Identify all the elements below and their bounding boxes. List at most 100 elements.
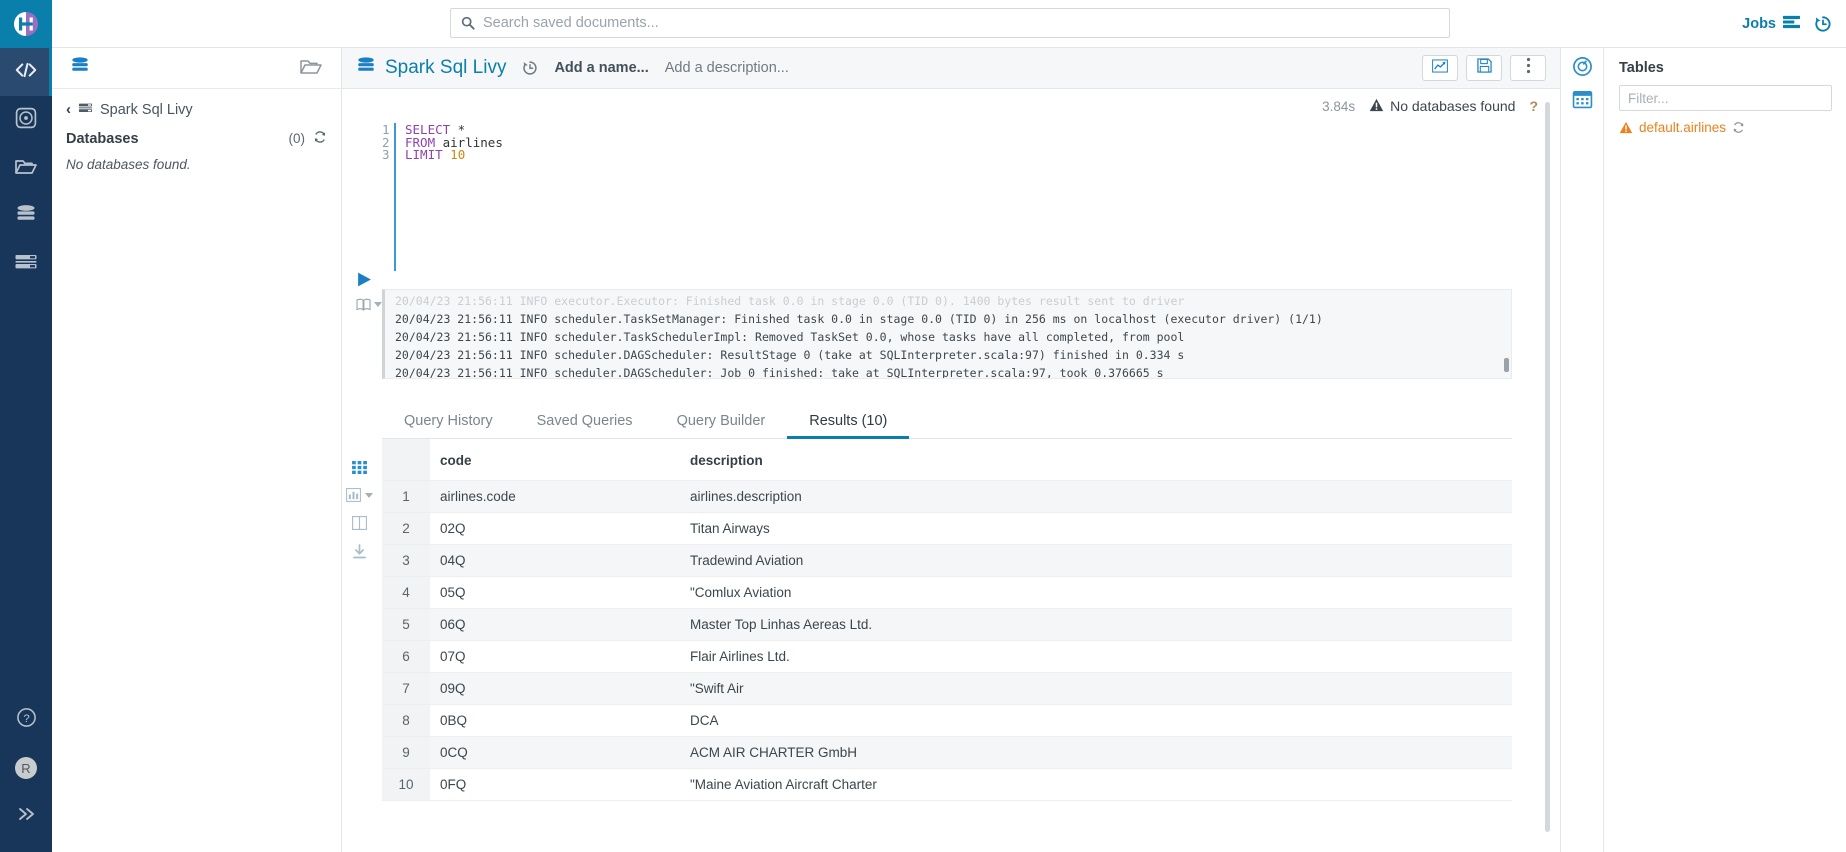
sidebar-item-dashboard[interactable] <box>0 96 52 144</box>
tab-query-history[interactable]: Query History <box>382 405 515 439</box>
floppy-save-icon <box>1476 58 1492 78</box>
result-tool-row <box>345 488 373 502</box>
target-icon <box>15 107 37 134</box>
save-button[interactable] <box>1466 55 1502 81</box>
sidebar-item-user[interactable]: R <box>0 744 52 792</box>
execution-time: 3.84s <box>1322 98 1356 114</box>
table-row[interactable]: 8 0BQ DCA <box>382 704 1512 737</box>
log-output-panel[interactable]: 20/04/23 21:56:11 INFO executor.Executor… <box>382 289 1512 379</box>
columns-icon[interactable] <box>351 516 367 530</box>
table-row[interactable]: 2 02Q Titan Airways <box>382 512 1512 545</box>
tab-results-10[interactable]: Results (10) <box>787 405 910 439</box>
result-tabs: Query History Saved Queries Query Builder R… <box>382 405 1512 439</box>
chevron-double-right-icon <box>15 806 37 827</box>
column-header-description[interactable]: description <box>680 439 1512 481</box>
sidebar-item-databases[interactable] <box>0 192 52 240</box>
table-row[interactable]: 9 0CQ ACM AIR CHARTER GmbH <box>382 736 1512 769</box>
row-index: 5 <box>382 608 430 641</box>
calendar-icon[interactable] <box>1572 89 1593 109</box>
folder-open-icon <box>14 156 38 181</box>
sql-editor[interactable]: 123 SELECT * FROM airlines LIMIT 10 <box>382 123 1512 271</box>
chevron-down-icon[interactable] <box>374 302 382 307</box>
row-index: 7 <box>382 672 430 705</box>
play-icon[interactable] <box>356 271 386 288</box>
main-scrollbar[interactable] <box>1545 102 1550 832</box>
editor-code[interactable]: SELECT * FROM airlines LIMIT 10 <box>396 123 503 271</box>
hue-logo[interactable] <box>0 0 52 48</box>
grid-view-icon[interactable] <box>351 461 367 474</box>
database-icon <box>356 56 376 81</box>
table-row[interactable]: 10 0FQ "Maine Aviation Aircraft Charter <box>382 768 1512 801</box>
status-warning: No databases found <box>1369 98 1515 115</box>
row-index: 8 <box>382 704 430 737</box>
refresh-icon[interactable] <box>1732 121 1745 134</box>
row-index: 6 <box>382 640 430 673</box>
refresh-icon[interactable] <box>313 130 327 147</box>
tables-list: default.airlines <box>1619 120 1832 135</box>
breadcrumb-label[interactable]: Spark Sql Livy <box>100 102 193 118</box>
cell-code: 02Q <box>430 512 680 545</box>
sidebar-item-jobs[interactable] <box>0 240 52 288</box>
sidebar-item-browser[interactable] <box>0 144 52 192</box>
search-bar[interactable] <box>450 8 1450 38</box>
table-row[interactable]: 3 04Q Tradewind Aviation <box>382 544 1512 577</box>
code-token: LIMIT <box>405 147 443 162</box>
tables-list-item[interactable]: default.airlines <box>1619 120 1832 135</box>
table-row[interactable]: 1 airlines.code airlines.description <box>382 480 1512 513</box>
tables-filter-input[interactable] <box>1619 85 1832 111</box>
log-line: 20/04/23 21:56:11 INFO scheduler.DAGSche… <box>395 366 1164 379</box>
databases-count: (0) <box>288 131 306 146</box>
book-icon[interactable] <box>356 298 371 311</box>
folder-open-icon[interactable] <box>299 56 323 81</box>
database-icon[interactable] <box>70 56 90 80</box>
cell-code: 07Q <box>430 640 680 673</box>
search-icon <box>461 16 475 30</box>
row-index: 2 <box>382 512 430 545</box>
databases-section-header: Databases (0) <box>66 130 327 147</box>
svg-text:?: ? <box>23 713 29 725</box>
column-header-code[interactable]: code <box>430 439 680 481</box>
cell-code: 0BQ <box>430 704 680 737</box>
document-name-field[interactable]: Add a name... <box>554 60 648 76</box>
sidebar-item-editor[interactable] <box>0 48 52 96</box>
table-row[interactable]: 4 05Q "Comlux Aviation <box>382 576 1512 609</box>
log-scrollbar[interactable] <box>1504 358 1509 372</box>
cell-code: airlines.code <box>430 480 680 513</box>
jobs-button[interactable]: Jobs <box>1742 15 1800 33</box>
document-description-field[interactable]: Add a description... <box>665 60 789 76</box>
cell-description: "Maine Aviation Aircraft Charter <box>680 768 1512 801</box>
assist-panel-header <box>52 48 341 89</box>
assist-panel: ‹ Spark Sql Livy Databases (0) No databa… <box>52 48 342 852</box>
editor-line[interactable]: LIMIT 10 <box>405 147 503 162</box>
history-icon[interactable] <box>1814 15 1832 33</box>
chart-button[interactable] <box>1422 55 1458 81</box>
log-line: 20/04/23 21:56:11 INFO scheduler.TaskSet… <box>395 312 1323 326</box>
table-row[interactable]: 7 09Q "Swift Air <box>382 672 1512 705</box>
breadcrumb: ‹ Spark Sql Livy <box>66 101 327 118</box>
more-button[interactable] <box>1510 55 1546 81</box>
table-row[interactable]: 5 06Q Master Top Linhas Aereas Ltd. <box>382 608 1512 641</box>
history-icon[interactable] <box>522 60 538 76</box>
sidebar-expand-button[interactable] <box>0 792 52 840</box>
tab-query-builder[interactable]: Query Builder <box>655 405 788 439</box>
editor-line-number: 3 <box>382 147 390 162</box>
tab-saved-queries[interactable]: Saved Queries <box>515 405 655 439</box>
chart-bar-icon[interactable] <box>345 488 361 502</box>
row-index: 10 <box>382 768 430 801</box>
assistant-icon[interactable] <box>1572 56 1593 77</box>
search-input[interactable] <box>483 15 1439 31</box>
chevron-down-icon[interactable] <box>364 492 373 498</box>
cell-code: 04Q <box>430 544 680 577</box>
top-bar: Jobs <box>0 0 1846 48</box>
databases-empty-message: No databases found. <box>66 157 191 172</box>
document-header: Spark Sql Livy Add a name... Add a descr… <box>342 48 1560 89</box>
table-row[interactable]: 6 07Q Flair Airlines Ltd. <box>382 640 1512 673</box>
column-header-index[interactable] <box>382 439 430 481</box>
download-icon[interactable] <box>352 544 367 559</box>
row-index: 3 <box>382 544 430 577</box>
results-area: code description 1 airlines.code airlines.… <box>345 439 1512 801</box>
breadcrumb-back-button[interactable]: ‹ <box>66 101 71 118</box>
help-link[interactable]: ? <box>1529 98 1538 114</box>
row-index: 9 <box>382 736 430 769</box>
sidebar-item-help[interactable]: ? <box>0 696 52 744</box>
